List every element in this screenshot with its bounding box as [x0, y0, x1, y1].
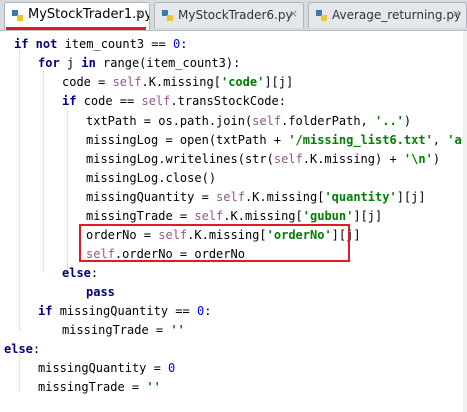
code-token: 0 [168, 361, 176, 375]
indent-guide [43, 71, 44, 271]
code-token: : [90, 266, 99, 280]
code-token: missingLog.close() [86, 171, 217, 185]
code-line[interactable]: else: [4, 339, 40, 359]
code-line[interactable]: missingTrade = '' [38, 377, 161, 397]
tab-mystocktrader6[interactable]: MyStockTrader6.py × [154, 2, 304, 28]
code-token: self [194, 209, 224, 223]
code-token: missingTrade = [86, 209, 195, 223]
tab-average-returning[interactable]: Average_returning.py × [308, 2, 467, 28]
code-token: code == [83, 94, 142, 108]
tab-label: MyStockTrader6.py [178, 8, 293, 22]
code-token: self [112, 75, 142, 89]
code-token: if [62, 94, 84, 108]
code-token: missingTrade = [38, 380, 147, 394]
code-token: missingQuantity = [38, 361, 169, 375]
code-line[interactable]: missingTrade = '' [62, 320, 185, 340]
code-line[interactable]: if missingQuantity == 0: [38, 301, 211, 321]
code-token: missingTrade = [62, 323, 171, 337]
code-token: '..' [375, 114, 404, 128]
code-line[interactable]: missingTrade = self.K.missing['gubun'][j… [86, 206, 382, 226]
code-token: missingLog = open(txtPath + [86, 133, 289, 147]
code-token: ) [403, 114, 412, 128]
code-token: ][j] [396, 190, 426, 204]
code-token: ][j] [264, 75, 294, 89]
editor-tab-bar: MyStockTrader1.py × MyStockTrader6.py × … [0, 0, 467, 31]
code-line[interactable]: for j in range(item_count3): [38, 53, 240, 73]
code-token: range(item_count3): [103, 56, 241, 70]
close-icon[interactable]: × [452, 7, 461, 20]
code-token: ][j] [353, 209, 383, 223]
code-token: else [62, 266, 91, 280]
close-icon[interactable]: × [289, 7, 298, 20]
code-token: item_count3 == [64, 37, 173, 51]
code-line[interactable]: else: [62, 263, 98, 283]
code-line[interactable]: missingLog.close() [86, 168, 216, 188]
code-token: .K.missing[ [244, 190, 325, 204]
code-token: j [66, 56, 82, 70]
code-token: 'quantity' [324, 190, 397, 204]
code-line[interactable]: pass [86, 282, 115, 302]
tab-label: MyStockTrader1.py [28, 7, 150, 22]
python-file-icon [316, 10, 327, 21]
code-token: self [252, 114, 282, 128]
close-icon[interactable]: × [135, 7, 144, 20]
code-token: if [38, 304, 60, 318]
code-token: missingQuantity == [59, 304, 197, 318]
code-token: self [216, 190, 245, 204]
annotation-underline [6, 27, 146, 30]
code-token: .transStockCode: [170, 94, 286, 108]
code-token: if not [14, 37, 65, 51]
code-token: pass [86, 285, 115, 299]
python-file-icon [12, 10, 23, 21]
code-line[interactable]: missingLog.writelines(str(self.K.missing… [86, 149, 440, 169]
code-token: : [180, 37, 188, 51]
code-token: : [32, 342, 41, 356]
python-file-icon [162, 10, 173, 21]
code-line[interactable]: missingQuantity = self.K.missing['quanti… [86, 187, 426, 207]
code-token: '' [170, 323, 185, 337]
code-token: in [81, 56, 104, 70]
code-token: code = [62, 75, 113, 89]
code-token: : [204, 304, 212, 318]
tab-label: Average_returning.py [332, 8, 462, 22]
indent-guide [19, 51, 20, 331]
highlight-box [79, 224, 350, 262]
code-token: '\n' [403, 152, 433, 166]
code-token: .K.missing) + [302, 152, 404, 166]
code-line[interactable]: if code == self.transStockCode: [62, 91, 286, 111]
code-token: ) [432, 152, 441, 166]
code-token: '' [146, 380, 161, 394]
code-token: 'gubun' [302, 209, 354, 223]
indent-guide [67, 111, 68, 271]
code-token: .folderPath, [281, 114, 375, 128]
code-token: self [141, 94, 171, 108]
scrollbar-edge[interactable] [463, 31, 467, 412]
code-token: self [273, 152, 303, 166]
code-token: .K.missing[ [223, 209, 303, 223]
code-line[interactable]: missingQuantity = 0 [38, 358, 175, 378]
code-token: txtPath = os.path.join( [86, 114, 253, 128]
code-token: 'code' [220, 75, 265, 89]
code-line[interactable]: code = self.K.missing['code'][j] [62, 72, 293, 92]
code-line[interactable]: txtPath = os.path.join(self.folderPath, … [86, 111, 411, 131]
code-token: missingQuantity = [86, 190, 217, 204]
code-token: else [4, 342, 33, 356]
code-token: , [432, 133, 448, 147]
code-token: .K.missing[ [141, 75, 221, 89]
tab-mystocktrader1[interactable]: MyStockTrader1.py × [4, 2, 150, 30]
code-token: for [38, 56, 67, 70]
code-token: '/missing_list6.txt' [288, 133, 433, 147]
code-token: missingLog.writelines(str( [86, 152, 274, 166]
code-line[interactable]: if not item_count3 == 0: [14, 34, 187, 54]
code-line[interactable]: missingLog = open(txtPath + '/missing_li… [86, 130, 467, 150]
